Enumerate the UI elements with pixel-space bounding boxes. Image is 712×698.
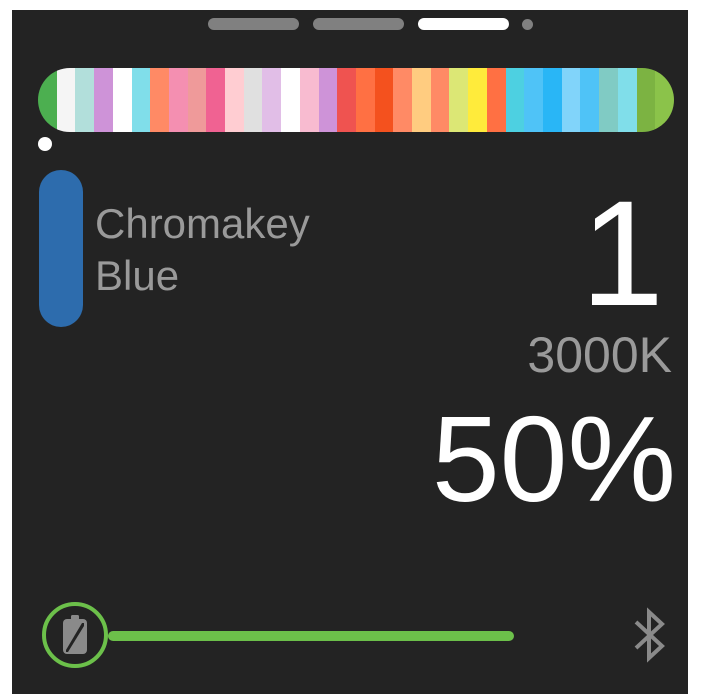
color-swatch[interactable] (262, 68, 282, 132)
color-swatch[interactable] (38, 68, 57, 132)
battery-icon (63, 615, 87, 654)
color-swatch[interactable] (56, 68, 76, 132)
color-swatch[interactable] (131, 68, 151, 132)
color-swatch[interactable] (337, 68, 356, 132)
color-swatch[interactable] (561, 68, 581, 132)
color-swatch[interactable] (636, 68, 656, 132)
color-swatch[interactable] (542, 68, 562, 132)
bluetooth-icon (634, 607, 665, 663)
page-indicator-3-active[interactable] (418, 18, 509, 30)
color-swatch[interactable] (505, 68, 525, 132)
color-swatch[interactable] (112, 68, 132, 132)
color-swatch[interactable] (206, 68, 226, 132)
color-swatch[interactable] (617, 68, 637, 132)
color-swatch[interactable] (468, 68, 487, 132)
page-indicator-more[interactable] (522, 18, 533, 30)
color-swatch[interactable] (655, 68, 674, 132)
color-swatch[interactable] (486, 68, 506, 132)
intensity-value[interactable]: 50% (432, 394, 676, 524)
color-swatch[interactable] (524, 68, 543, 132)
color-temperature: 3000K (527, 327, 672, 383)
color-swatch[interactable] (355, 68, 375, 132)
color-swatch[interactable] (393, 68, 413, 132)
color-swatch[interactable] (412, 68, 431, 132)
color-swatch[interactable] (243, 68, 263, 132)
color-swatch[interactable] (168, 68, 188, 132)
gel-name-line-2: Blue (95, 252, 180, 299)
page-indicators (208, 17, 533, 31)
page-indicator-2[interactable] (313, 18, 404, 30)
color-swatch[interactable] (187, 68, 207, 132)
color-swatch[interactable] (599, 68, 618, 132)
gel-name: Chromakey Blue (95, 198, 310, 302)
device-screen: Chromakey Blue 1 3000K 50% (12, 10, 688, 694)
gel-number: 1 (580, 169, 664, 337)
color-swatch[interactable] (150, 68, 169, 132)
color-swatch[interactable] (374, 68, 394, 132)
color-swatch[interactable] (299, 68, 319, 132)
color-strip-position-marker[interactable] (38, 137, 52, 151)
battery-level-bar (108, 631, 514, 641)
page-indicator-1[interactable] (208, 18, 299, 30)
color-swatch[interactable] (580, 68, 600, 132)
color-swatch[interactable] (281, 68, 300, 132)
color-swatch[interactable] (430, 68, 450, 132)
color-swatch[interactable] (225, 68, 244, 132)
color-picker-strip[interactable] (38, 68, 674, 132)
color-swatch[interactable] (449, 68, 469, 132)
color-swatch[interactable] (94, 68, 113, 132)
battery-indicator (42, 602, 108, 668)
color-swatch[interactable] (318, 68, 338, 132)
gel-name-line-1: Chromakey (95, 200, 310, 247)
color-swatch[interactable] (75, 68, 95, 132)
gel-color-swatch (39, 170, 83, 327)
